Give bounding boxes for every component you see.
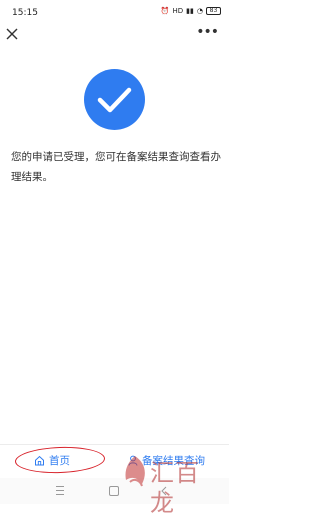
back-icon[interactable] <box>160 486 168 496</box>
battery-level: 83 <box>209 7 218 14</box>
network-label: HD <box>172 7 184 15</box>
wifi-icon: ◔ <box>196 7 203 15</box>
query-results-button[interactable]: 备案结果查询 <box>128 453 205 468</box>
status-time: 15:15 <box>12 8 38 18</box>
status-bar: 15:15 ⏰ HD ▮▮ ◔ 83 <box>0 0 229 26</box>
signal-icon: ▮▮ <box>186 7 194 15</box>
checkmark-icon <box>97 87 132 113</box>
close-icon[interactable] <box>5 27 19 41</box>
person-icon <box>128 455 138 466</box>
nav-bar: ••• <box>0 24 229 44</box>
battery-icon: 83 <box>206 7 221 15</box>
system-nav-bar <box>0 478 229 504</box>
system-home-icon[interactable] <box>109 486 119 496</box>
query-label: 备案结果查询 <box>142 455 205 467</box>
alarm-icon: ⏰ <box>160 7 170 15</box>
menu-icon[interactable] <box>56 486 64 495</box>
more-icon[interactable]: ••• <box>196 25 219 39</box>
success-badge <box>84 69 145 130</box>
result-message: 您的申请已受理，您可在备案结果查询查看办理结果。 <box>11 151 221 183</box>
status-icons: ⏰ HD ▮▮ ◔ 83 <box>161 7 221 15</box>
